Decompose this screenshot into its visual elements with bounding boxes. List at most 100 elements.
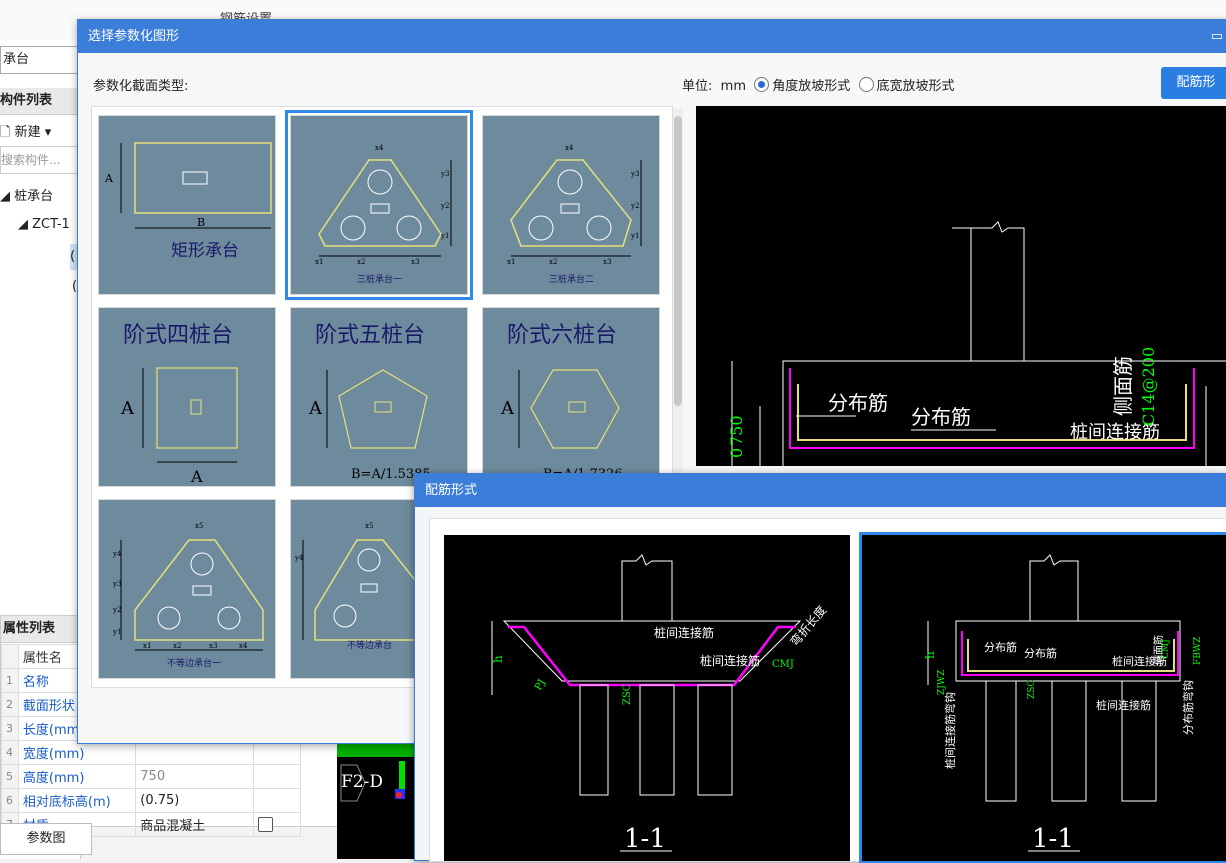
- dim-y3: y3: [112, 580, 121, 588]
- label-distribution-2: 分布筋: [1024, 646, 1057, 660]
- dim-y2: y2: [112, 606, 121, 614]
- dim-x4: x4: [565, 144, 574, 152]
- tile-unequal-cap-1[interactable]: x5 y4 y3 y2 y1 x1 x2 x3 x4 不等边承台一: [98, 499, 276, 679]
- row-index: 2: [1, 692, 19, 717]
- label-zsc: ZSC: [622, 683, 633, 705]
- label-connector-2: 桩间连接筋: [700, 653, 760, 668]
- material-checkbox[interactable]: [257, 817, 273, 832]
- dialog1-title: 选择参数化图形: [88, 29, 180, 44]
- radio-angle-label[interactable]: 角度放坡形式: [772, 79, 850, 94]
- cad-viewport[interactable]: F2-D: [337, 737, 417, 859]
- dim-x2: x2: [173, 642, 181, 650]
- dialog-rebar-layout: 配筋形式 h 桩间连接筋 桩间连接筋 弯折长度 CMJ ZSC PJ 1-1 h…: [414, 473, 1226, 863]
- rebar-config-button[interactable]: 配筋形: [1161, 67, 1226, 99]
- prop-value[interactable]: [135, 740, 254, 765]
- dialog1-titlebar: 选择参数化图形 ▭: [78, 20, 1226, 53]
- maximize-icon[interactable]: ▭: [1211, 20, 1223, 53]
- dim-h: h: [923, 651, 937, 659]
- label-distribution-hook: 分布筋弯钩: [1181, 680, 1195, 735]
- label-fbwz: FBWZ: [1193, 637, 1203, 665]
- label-distribution-1: 分布筋: [828, 391, 888, 415]
- tile-caption: 不等边承台: [347, 639, 392, 651]
- row-index: 5: [1, 764, 19, 789]
- prop-extra: [252, 740, 302, 765]
- dim-a-horizontal: A: [190, 467, 203, 486]
- cad-green-arrow: [399, 761, 405, 789]
- label-bend-length: 弯折长度: [787, 603, 829, 649]
- dim-x1: x1: [143, 642, 151, 650]
- section-type-label: 参数化截面类型:: [93, 79, 189, 94]
- prop-extra: [252, 812, 302, 837]
- component-name-box[interactable]: 承台: [0, 46, 80, 74]
- radio-angle-slope[interactable]: [754, 77, 770, 92]
- label-connector-2: 桩间连接筋: [1096, 698, 1151, 712]
- new-button[interactable]: 🗋 新建 ▾: [0, 120, 80, 146]
- cad-mini-drawing: F2-D: [337, 737, 417, 802]
- table-row[interactable]: 4 宽度(mm): [1, 740, 302, 765]
- dim-a: A: [308, 398, 323, 419]
- tab-property-list[interactable]: 属性列表: [1, 616, 83, 643]
- option-b[interactable]: h 分布筋 分布筋 侧面筋 桩间连接筋 桩间连接筋 桩间连接筋弯钩 分布筋弯钩 …: [859, 532, 1226, 863]
- col-index: [1, 644, 19, 669]
- option-panel: h 桩间连接筋 桩间连接筋 弯折长度 CMJ ZSC PJ 1-1 h 分布筋 …: [429, 518, 1226, 863]
- dim-x1: x1: [315, 258, 323, 266]
- tree-root[interactable]: ◢ 桩承台: [0, 184, 80, 210]
- dim-b: B: [197, 216, 205, 229]
- tile-caption: 阶式四桩台: [123, 323, 233, 348]
- dim-h: h: [491, 655, 505, 663]
- section-label: 1-1: [1032, 824, 1074, 854]
- radio-bottom-slope[interactable]: [858, 77, 874, 92]
- label-side-spec: C14@200: [1139, 347, 1158, 426]
- preview-drawing: 750 0 分布筋 分布筋 桩间连接筋 侧面筋 C14@200: [727, 221, 1226, 466]
- dim-height: 750: [727, 415, 746, 446]
- prop-value[interactable]: (0.75): [135, 788, 254, 813]
- option-a[interactable]: h 桩间连接筋 桩间连接筋 弯折长度 CMJ ZSC PJ 1-1: [444, 535, 850, 861]
- param-figure-button[interactable]: 参数图: [0, 823, 92, 855]
- tile-stepped-six-pile[interactable]: 阶式六桩台 A B=A/1.7326: [482, 307, 660, 487]
- tab-label: 构件列表: [0, 93, 53, 108]
- search-input[interactable]: 搜索构件...: [0, 146, 82, 174]
- dim-y2: y2: [440, 202, 449, 210]
- radio-bottom-label[interactable]: 底宽放坡形式: [877, 79, 955, 94]
- tile-three-pile-cap-1[interactable]: x4 y3 y2 y1 x1 x2 x3 三桩承台一: [285, 110, 473, 300]
- prop-value[interactable]: 750: [135, 764, 254, 789]
- tile-stepped-five-pile[interactable]: 阶式五桩台 A B=A/1.5385: [290, 307, 468, 487]
- rect-cap-drawing: A B 矩形承台: [104, 142, 272, 261]
- dim-x3: x3: [209, 642, 217, 650]
- tab-component-list[interactable]: 构件列表: [0, 88, 80, 115]
- dim-x3: x3: [603, 258, 611, 266]
- tile-caption: 阶式六桩台: [507, 323, 617, 348]
- label-cmj: CMJ: [1161, 639, 1171, 659]
- prop-extra: [252, 788, 302, 813]
- label-zjwz: ZJWZ: [937, 670, 947, 695]
- scrollbar-thumb[interactable]: [674, 116, 682, 406]
- dim-y4: y4: [112, 550, 122, 558]
- dim-a: A: [104, 172, 114, 185]
- table-row[interactable]: 6 相对底标高(m) (0.75): [1, 788, 302, 813]
- label-connector-hook: 桩间连接筋弯钩: [943, 692, 957, 769]
- tree-child-label: ZCT-1: [32, 217, 70, 232]
- dim-x2: x2: [549, 258, 557, 266]
- section-label: 1-1: [624, 824, 666, 854]
- unit-label: 单位:: [682, 79, 713, 94]
- tree-root-label: 桩承台: [14, 189, 54, 204]
- label-connector-1: 桩间连接筋: [1112, 654, 1167, 668]
- unit-row: 单位: mm 角度放坡形式 底宽放坡形式: [682, 75, 955, 94]
- dialog2-titlebar: 配筋形式: [415, 474, 1226, 507]
- prop-value[interactable]: 商品混凝土: [135, 812, 254, 837]
- unit-value: mm: [720, 79, 746, 94]
- tile-caption: 不等边承台一: [167, 657, 221, 669]
- tile-stepped-four-pile[interactable]: 阶式四桩台 A A: [98, 307, 276, 487]
- row-index: 6: [1, 788, 19, 813]
- dim-x4: x4: [239, 642, 248, 650]
- three-pile-2-drawing: x4 y3 y2 y1 x1 x2 x3 三桩承台二: [507, 144, 642, 285]
- tile-three-pile-cap-2[interactable]: x4 y3 y2 y1 x1 x2 x3 三桩承台二: [482, 115, 660, 295]
- six-pile-drawing: 阶式六桩台 A B=A/1.7326: [500, 323, 623, 482]
- table-row[interactable]: 5 高度(mm) 750: [1, 764, 302, 789]
- unequal-cap-1-drawing: x5 y4 y3 y2 y1 x1 x2 x3 x4 不等边承台一: [112, 522, 264, 669]
- tile-rect-cap[interactable]: A B 矩形承台: [98, 115, 276, 295]
- dim-x5: x5: [365, 522, 373, 530]
- cad-origin-dot: [396, 792, 402, 798]
- dim-x1: x1: [507, 258, 515, 266]
- dim-y3: y3: [440, 170, 449, 178]
